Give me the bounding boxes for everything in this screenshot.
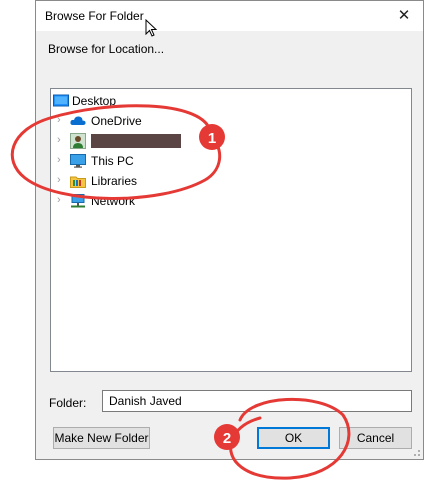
resize-grip-icon[interactable] bbox=[411, 447, 421, 457]
user-icon bbox=[70, 133, 86, 149]
mouse-cursor-icon bbox=[145, 19, 158, 37]
folder-label: Folder: bbox=[49, 396, 87, 410]
folder-tree[interactable]: Desktop › OneDrive › › This PC › Librari… bbox=[50, 88, 412, 372]
chevron-right-icon[interactable]: › bbox=[57, 174, 61, 186]
tree-item-this-pc[interactable]: › This PC bbox=[51, 151, 411, 171]
dialog-title: Browse For Folder bbox=[45, 9, 144, 23]
cloud-icon bbox=[70, 116, 86, 125]
chevron-right-icon[interactable]: › bbox=[57, 114, 61, 126]
desktop-icon bbox=[53, 94, 69, 107]
tree-item-label: Libraries bbox=[91, 174, 138, 188]
chevron-right-icon[interactable]: › bbox=[57, 134, 61, 146]
browse-for-folder-dialog: Browse For Folder ✕ Browse for Location.… bbox=[35, 0, 424, 460]
cancel-button[interactable]: Cancel bbox=[339, 427, 412, 449]
library-icon bbox=[70, 176, 86, 188]
redacted-username bbox=[91, 134, 181, 148]
ok-button[interactable]: OK bbox=[257, 427, 330, 449]
tree-item-label: Network bbox=[91, 194, 136, 208]
tree-item-desktop[interactable]: Desktop bbox=[51, 91, 411, 111]
tree-item-network[interactable]: › Network bbox=[51, 191, 411, 211]
chevron-right-icon[interactable]: › bbox=[57, 154, 61, 166]
tree-item-label: This PC bbox=[91, 154, 134, 168]
title-bar: Browse For Folder ✕ bbox=[36, 1, 423, 31]
monitor-icon bbox=[70, 154, 86, 168]
tree-item-label: Desktop bbox=[72, 94, 117, 108]
folder-input[interactable]: Danish Javed bbox=[102, 390, 412, 412]
chevron-right-icon[interactable]: › bbox=[57, 194, 61, 206]
tree-item-onedrive[interactable]: › OneDrive bbox=[51, 111, 411, 131]
close-button[interactable]: ✕ bbox=[391, 4, 417, 28]
tree-item-label: OneDrive bbox=[91, 114, 142, 128]
make-new-folder-button[interactable]: Make New Folder bbox=[53, 427, 150, 449]
tree-item-libraries[interactable]: › Libraries bbox=[51, 171, 411, 191]
tree-item-user[interactable]: › bbox=[51, 131, 411, 151]
network-icon bbox=[71, 194, 85, 208]
instruction-text: Browse for Location... bbox=[48, 42, 165, 56]
